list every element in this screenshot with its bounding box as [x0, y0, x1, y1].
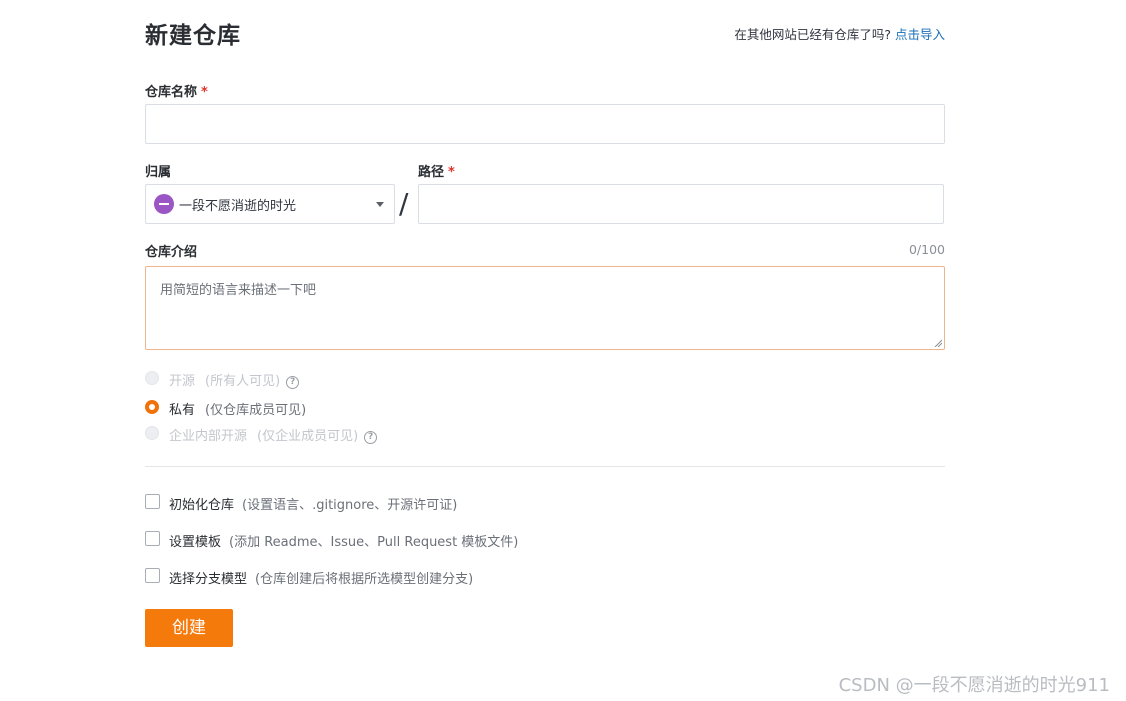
question-circle-icon[interactable]: ?: [364, 431, 378, 444]
checkbox[interactable]: [145, 494, 160, 509]
option-label-text: 选择分支模型: [169, 572, 248, 587]
visibility-label: 私有 (仅仓库成员可见): [169, 399, 306, 418]
description-placeholder: 用简短的语言来描述一下吧: [160, 283, 317, 298]
import-prompt-text: 在其他网站已经有仓库了吗?: [734, 27, 891, 42]
checkbox[interactable]: [145, 531, 160, 546]
option-hint: (仓库创建后将根据所选模型创建分支): [255, 572, 474, 587]
owner-name: 一段不愿消逝的时光: [179, 199, 297, 214]
option-label-text: 初始化仓库: [169, 498, 235, 513]
checkbox[interactable]: [145, 568, 160, 583]
section-divider: [145, 466, 945, 467]
option-label-text: 设置模板: [169, 535, 222, 550]
description-textarea[interactable]: 用简短的语言来描述一下吧: [145, 266, 945, 350]
option-label: 设置模板 (添加 Readme、Issue、Pull Request 模板文件): [169, 531, 518, 550]
repo-name-label-text: 仓库名称: [145, 85, 198, 100]
create-button[interactable]: 创建: [145, 609, 233, 647]
option-hint: (添加 Readme、Issue、Pull Request 模板文件): [229, 535, 519, 550]
visibility-label-text: 开源: [169, 374, 196, 389]
required-mark: *: [448, 165, 455, 180]
import-link[interactable]: 点击导入: [895, 27, 945, 42]
required-mark: *: [201, 85, 208, 100]
import-prompt-row: 在其他网站已经有仓库了吗? 点击导入: [734, 24, 945, 43]
visibility-hint: (所有人可见): [205, 374, 281, 389]
path-input[interactable]: [418, 184, 944, 224]
option-hint: (设置语言、.gitignore、开源许可证): [242, 498, 458, 513]
repo-name-input[interactable]: [145, 104, 945, 144]
page-title: 新建仓库: [145, 23, 241, 49]
radio-button[interactable]: [145, 426, 159, 440]
option-label: 初始化仓库 (设置语言、.gitignore、开源许可证): [169, 494, 457, 513]
description-label: 仓库介绍: [145, 245, 198, 260]
radio-button[interactable]: [145, 371, 159, 385]
description-counter: 0/100: [908, 242, 945, 257]
visibility-label: 企业内部开源 (仅企业成员可见)?: [169, 425, 378, 444]
repo-name-label: 仓库名称 *: [145, 81, 208, 100]
question-circle-icon[interactable]: ?: [286, 376, 300, 389]
avatar-icon: [154, 194, 174, 214]
owner-select[interactable]: 一段不愿消逝的时光: [145, 184, 395, 224]
watermark: CSDN @一段不愿消逝的时光911: [838, 675, 1110, 696]
visibility-hint: (仅仓库成员可见): [205, 403, 307, 418]
path-label: 路径 *: [418, 161, 455, 180]
caret-down-icon: [376, 202, 384, 207]
visibility-hint: (仅企业成员可见): [257, 429, 359, 444]
visibility-label-text: 私有: [169, 403, 196, 418]
path-label-text: 路径: [418, 165, 445, 180]
path-separator: /: [399, 187, 409, 220]
visibility-label-text: 企业内部开源: [169, 429, 248, 444]
resize-handle-icon[interactable]: [934, 339, 942, 347]
radio-button[interactable]: [145, 400, 159, 414]
new-repo-form: 新建仓库 在其他网站已经有仓库了吗? 点击导入 仓库名称 * 归属 路径 * 一段不愿…: [145, 0, 945, 701]
owner-label: 归属: [145, 165, 172, 180]
visibility-label: 开源 (所有人可见)?: [169, 370, 300, 389]
option-label: 选择分支模型 (仓库创建后将根据所选模型创建分支): [169, 568, 473, 587]
